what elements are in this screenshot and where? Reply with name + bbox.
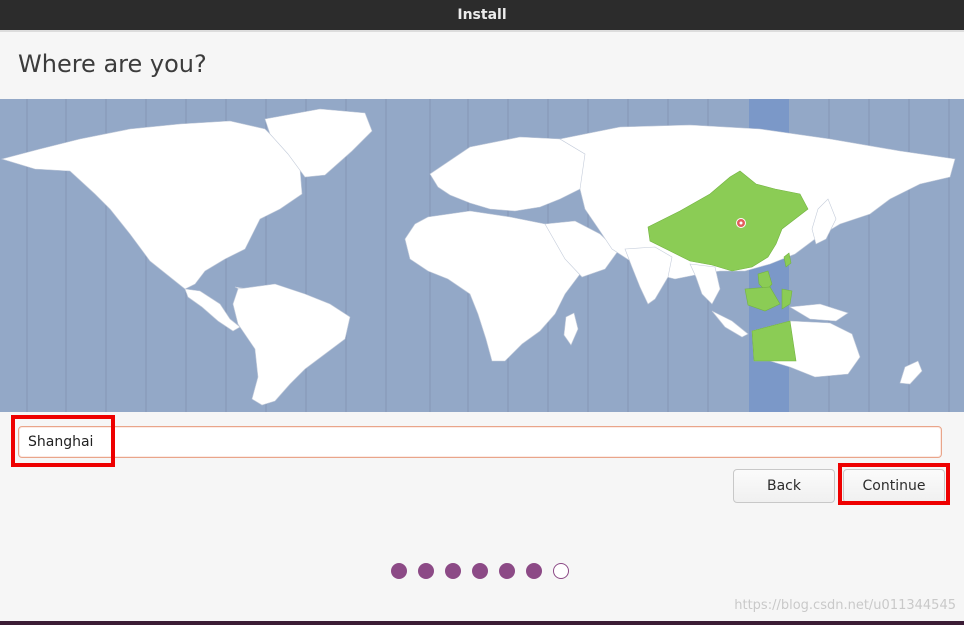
timezone-map[interactable]: [0, 99, 964, 412]
progress-dot-completed: [472, 563, 488, 579]
continue-button[interactable]: Continue: [843, 469, 945, 503]
titlebar-divider: [0, 30, 964, 32]
progress-indicator: [391, 563, 569, 579]
map-pin-icon: [736, 218, 746, 228]
bottom-strip: [0, 621, 964, 625]
progress-dot-completed: [391, 563, 407, 579]
back-button[interactable]: Back: [733, 469, 835, 503]
progress-dot-current: [553, 563, 569, 579]
progress-dot-completed: [445, 563, 461, 579]
progress-dot-completed: [499, 563, 515, 579]
window-title: Install: [457, 7, 507, 23]
location-input[interactable]: [18, 426, 942, 458]
world-map[interactable]: [0, 99, 964, 412]
progress-dot-completed: [526, 563, 542, 579]
window-titlebar: Install: [0, 0, 964, 30]
page-title: Where are you?: [18, 50, 207, 78]
progress-dot-completed: [418, 563, 434, 579]
watermark: https://blog.csdn.net/u011344545: [734, 598, 956, 613]
